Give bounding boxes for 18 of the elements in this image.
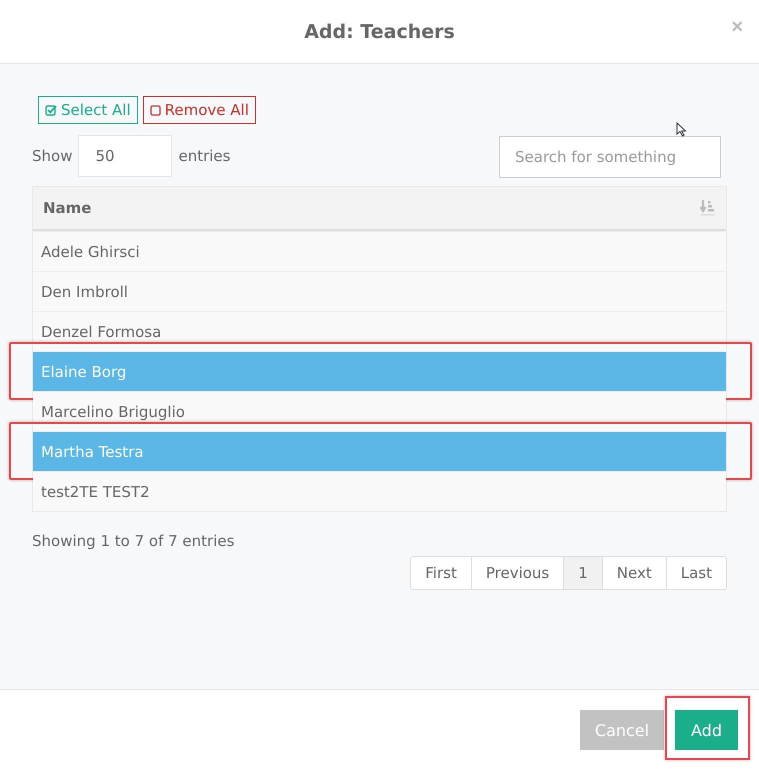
column-header[interactable]: Name	[33, 187, 726, 231]
sort-icon	[700, 199, 716, 217]
remove-all-button[interactable]: Remove All	[142, 96, 256, 124]
page-button[interactable]: Last	[666, 556, 727, 590]
show-label: Show	[32, 147, 72, 165]
pointer-cursor-icon	[676, 122, 687, 137]
entries-count-field[interactable]: 50	[78, 135, 172, 177]
checkbox-checked-icon	[45, 104, 57, 116]
page-button[interactable]: 1	[564, 556, 603, 590]
entries-info: Showing 1 to 7 of 7 entries	[32, 532, 236, 550]
page-button[interactable]: First	[410, 556, 472, 590]
page-button[interactable]: Next	[602, 556, 667, 590]
page-button[interactable]: Previous	[472, 556, 564, 590]
search-field[interactable]: Search for something	[499, 136, 721, 178]
entries-label: entries	[178, 147, 230, 165]
checkbox-empty-icon	[150, 104, 161, 116]
add-button[interactable]: Add	[675, 710, 738, 750]
dialog-title: Add: Teachers	[304, 20, 455, 42]
